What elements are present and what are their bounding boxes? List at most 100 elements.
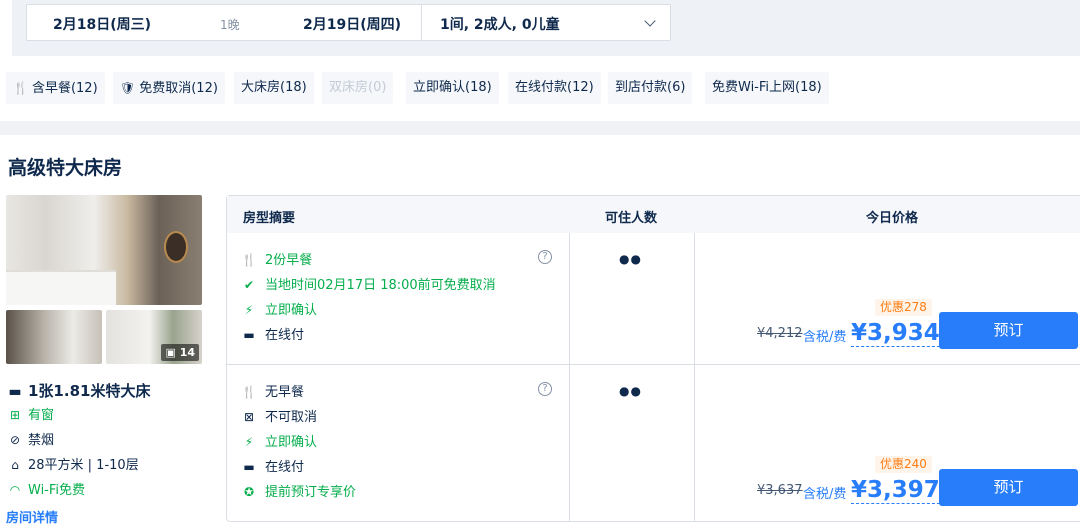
check-circle-icon: ✔: [243, 278, 255, 292]
feature-text: 立即确认: [265, 303, 318, 318]
area-text: 28平方米 | 1-10层: [28, 458, 139, 473]
card-icon: ▬: [243, 460, 255, 474]
filter-twin-bed: 双床房(0): [322, 72, 394, 104]
feature-confirm: ⚡ 立即确认: [241, 431, 317, 450]
help-icon[interactable]: ?: [538, 250, 552, 264]
lightning-icon: ⚡: [244, 303, 254, 317]
window-text: 有窗: [28, 408, 55, 423]
card-icon: ▬: [243, 328, 255, 342]
discount-badge: 优惠278: [875, 299, 932, 316]
feature-payment: ▬ 在线付: [241, 324, 304, 343]
filter-label: 立即确认(18): [413, 80, 492, 95]
smoking-text: 禁烟: [28, 433, 55, 448]
feature-text: 立即确认: [265, 435, 318, 450]
lightning-icon: ⚡: [244, 435, 254, 449]
feature-text: 在线付: [265, 328, 305, 343]
filter-label: 大床房(18): [241, 80, 307, 95]
nights-count: 1晚: [220, 18, 240, 32]
photo-bed-shape: [6, 270, 116, 305]
filter-king-bed[interactable]: 大床房(18): [234, 72, 314, 104]
chevron-down-icon[interactable]: [644, 15, 656, 27]
original-price: ¥4,212: [757, 326, 803, 341]
room-photo-thumb[interactable]: ▣ 14: [106, 310, 202, 364]
no-cancel-icon: ⊠: [243, 410, 255, 424]
wifi-info: ◠ Wi-Fi免费: [6, 479, 85, 498]
room-title: 高级特大床房: [8, 157, 123, 179]
checkin-date[interactable]: 2月18日(周三): [53, 14, 151, 34]
feature-cancel: ✔ 当地时间02月17日 18:00前可免费取消: [241, 274, 496, 293]
feature-text: 当地时间02月17日 18:00前可免费取消: [265, 278, 496, 293]
feature-text: 提前预订专享价: [265, 485, 357, 500]
discount-badge: 优惠240: [875, 456, 932, 473]
divider: [421, 5, 422, 40]
tax-label: 含税/费: [803, 487, 847, 502]
current-price: ¥3,934: [851, 320, 940, 347]
search-box[interactable]: 2月18日(周三) 1晚 2月19日(周四) 1间, 2成人, 0儿童: [26, 4, 671, 41]
header-occupancy: 可住人数: [605, 211, 658, 226]
feature-cancel: ⊠ 不可取消: [241, 406, 317, 425]
area-icon: ⌂: [11, 458, 19, 472]
filter-label: 免费取消(12): [139, 81, 218, 96]
photo-mirror-shape: [164, 231, 188, 263]
feature-breakfast: 🍴 无早餐: [241, 381, 305, 400]
row-divider: [227, 364, 1080, 365]
bed-info: ▬ 1张1.81米特大床: [6, 380, 150, 401]
filter-label: 在线付款(12): [515, 80, 594, 95]
filter-label: 双床房(0): [329, 80, 387, 95]
feature-payment: ▬ 在线付: [241, 456, 304, 475]
filter-online-pay[interactable]: 在线付款(12): [508, 72, 601, 104]
room-photo-main[interactable]: [6, 195, 202, 305]
photo-count-badge: ▣ 14: [161, 344, 199, 361]
bed-icon: ▬: [8, 384, 22, 400]
area-info: ⌂ 28平方米 | 1-10层: [6, 454, 139, 473]
room-detail-link[interactable]: 房间详情: [6, 507, 58, 526]
column-divider: [569, 233, 570, 522]
filter-free-cancel[interactable]: 🛡 免费取消(12): [113, 72, 225, 104]
no-smoking-icon: ⊘: [9, 433, 21, 447]
guests-icon: ●●: [619, 384, 642, 398]
filter-breakfast[interactable]: 🍴 含早餐(12): [6, 72, 105, 104]
wifi-text: Wi-Fi免费: [28, 483, 86, 498]
original-price: ¥3,637: [757, 483, 803, 498]
filter-label: 含早餐(12): [31, 81, 98, 96]
feature-text: 在线付: [265, 460, 305, 475]
feature-early-booking: ✪ 提前预订专享价: [241, 481, 356, 500]
smoking-info: ⊘ 禁烟: [6, 429, 54, 448]
tax-label: 含税/费: [803, 330, 847, 345]
shield-check-icon: 🛡: [120, 81, 136, 95]
current-price: ¥3,397: [851, 477, 940, 504]
wifi-icon: ◠: [9, 483, 21, 497]
image-icon: ▣: [165, 346, 176, 359]
feature-text: 无早餐: [265, 385, 305, 400]
filter-pay-at-hotel[interactable]: 到店付款(6): [608, 72, 693, 104]
filter-free-wifi[interactable]: 免费Wi-Fi上网(18): [705, 72, 829, 104]
guests-selector[interactable]: 1间, 2成人, 0儿童: [440, 14, 560, 34]
feature-text: 不可取消: [265, 410, 318, 425]
star-circle-icon: ✪: [243, 485, 255, 499]
header-summary: 房型摘要: [243, 211, 296, 226]
section-divider: [0, 121, 1080, 135]
bed-text: 1张1.81米特大床: [28, 382, 151, 400]
utensils-icon: 🍴: [13, 81, 28, 95]
guests-icon: ●●: [619, 252, 642, 266]
book-button[interactable]: 预订: [939, 312, 1078, 349]
column-divider: [694, 233, 695, 522]
book-button[interactable]: 预订: [939, 469, 1078, 506]
search-bar: 2月18日(周三) 1晚 2月19日(周四) 1间, 2成人, 0儿童: [12, 0, 1080, 56]
checkout-date[interactable]: 2月19日(周四): [303, 14, 401, 34]
photo-count: 14: [179, 346, 195, 359]
feature-confirm: ⚡ 立即确认: [241, 299, 317, 318]
table-header: 房型摘要 可住人数 今日价格: [227, 196, 1080, 233]
filter-instant-confirm[interactable]: 立即确认(18): [406, 72, 499, 104]
rate-table: 房型摘要 可住人数 今日价格 🍴 2份早餐 ✔ 当地时间02月17日 18:00前可…: [226, 195, 1080, 522]
utensils-icon: 🍴: [241, 253, 257, 267]
no-utensils-icon: 🍴: [241, 385, 257, 399]
window-icon: ⊞: [9, 408, 21, 422]
filter-label: 到店付款(6): [615, 80, 686, 95]
header-price: 今日价格: [866, 211, 919, 226]
help-icon[interactable]: ?: [538, 382, 552, 396]
window-info: ⊞ 有窗: [6, 404, 54, 423]
room-photo-thumb[interactable]: [6, 310, 102, 364]
feature-breakfast: 🍴 2份早餐: [241, 249, 313, 268]
filter-label: 免费Wi-Fi上网(18): [712, 80, 822, 95]
